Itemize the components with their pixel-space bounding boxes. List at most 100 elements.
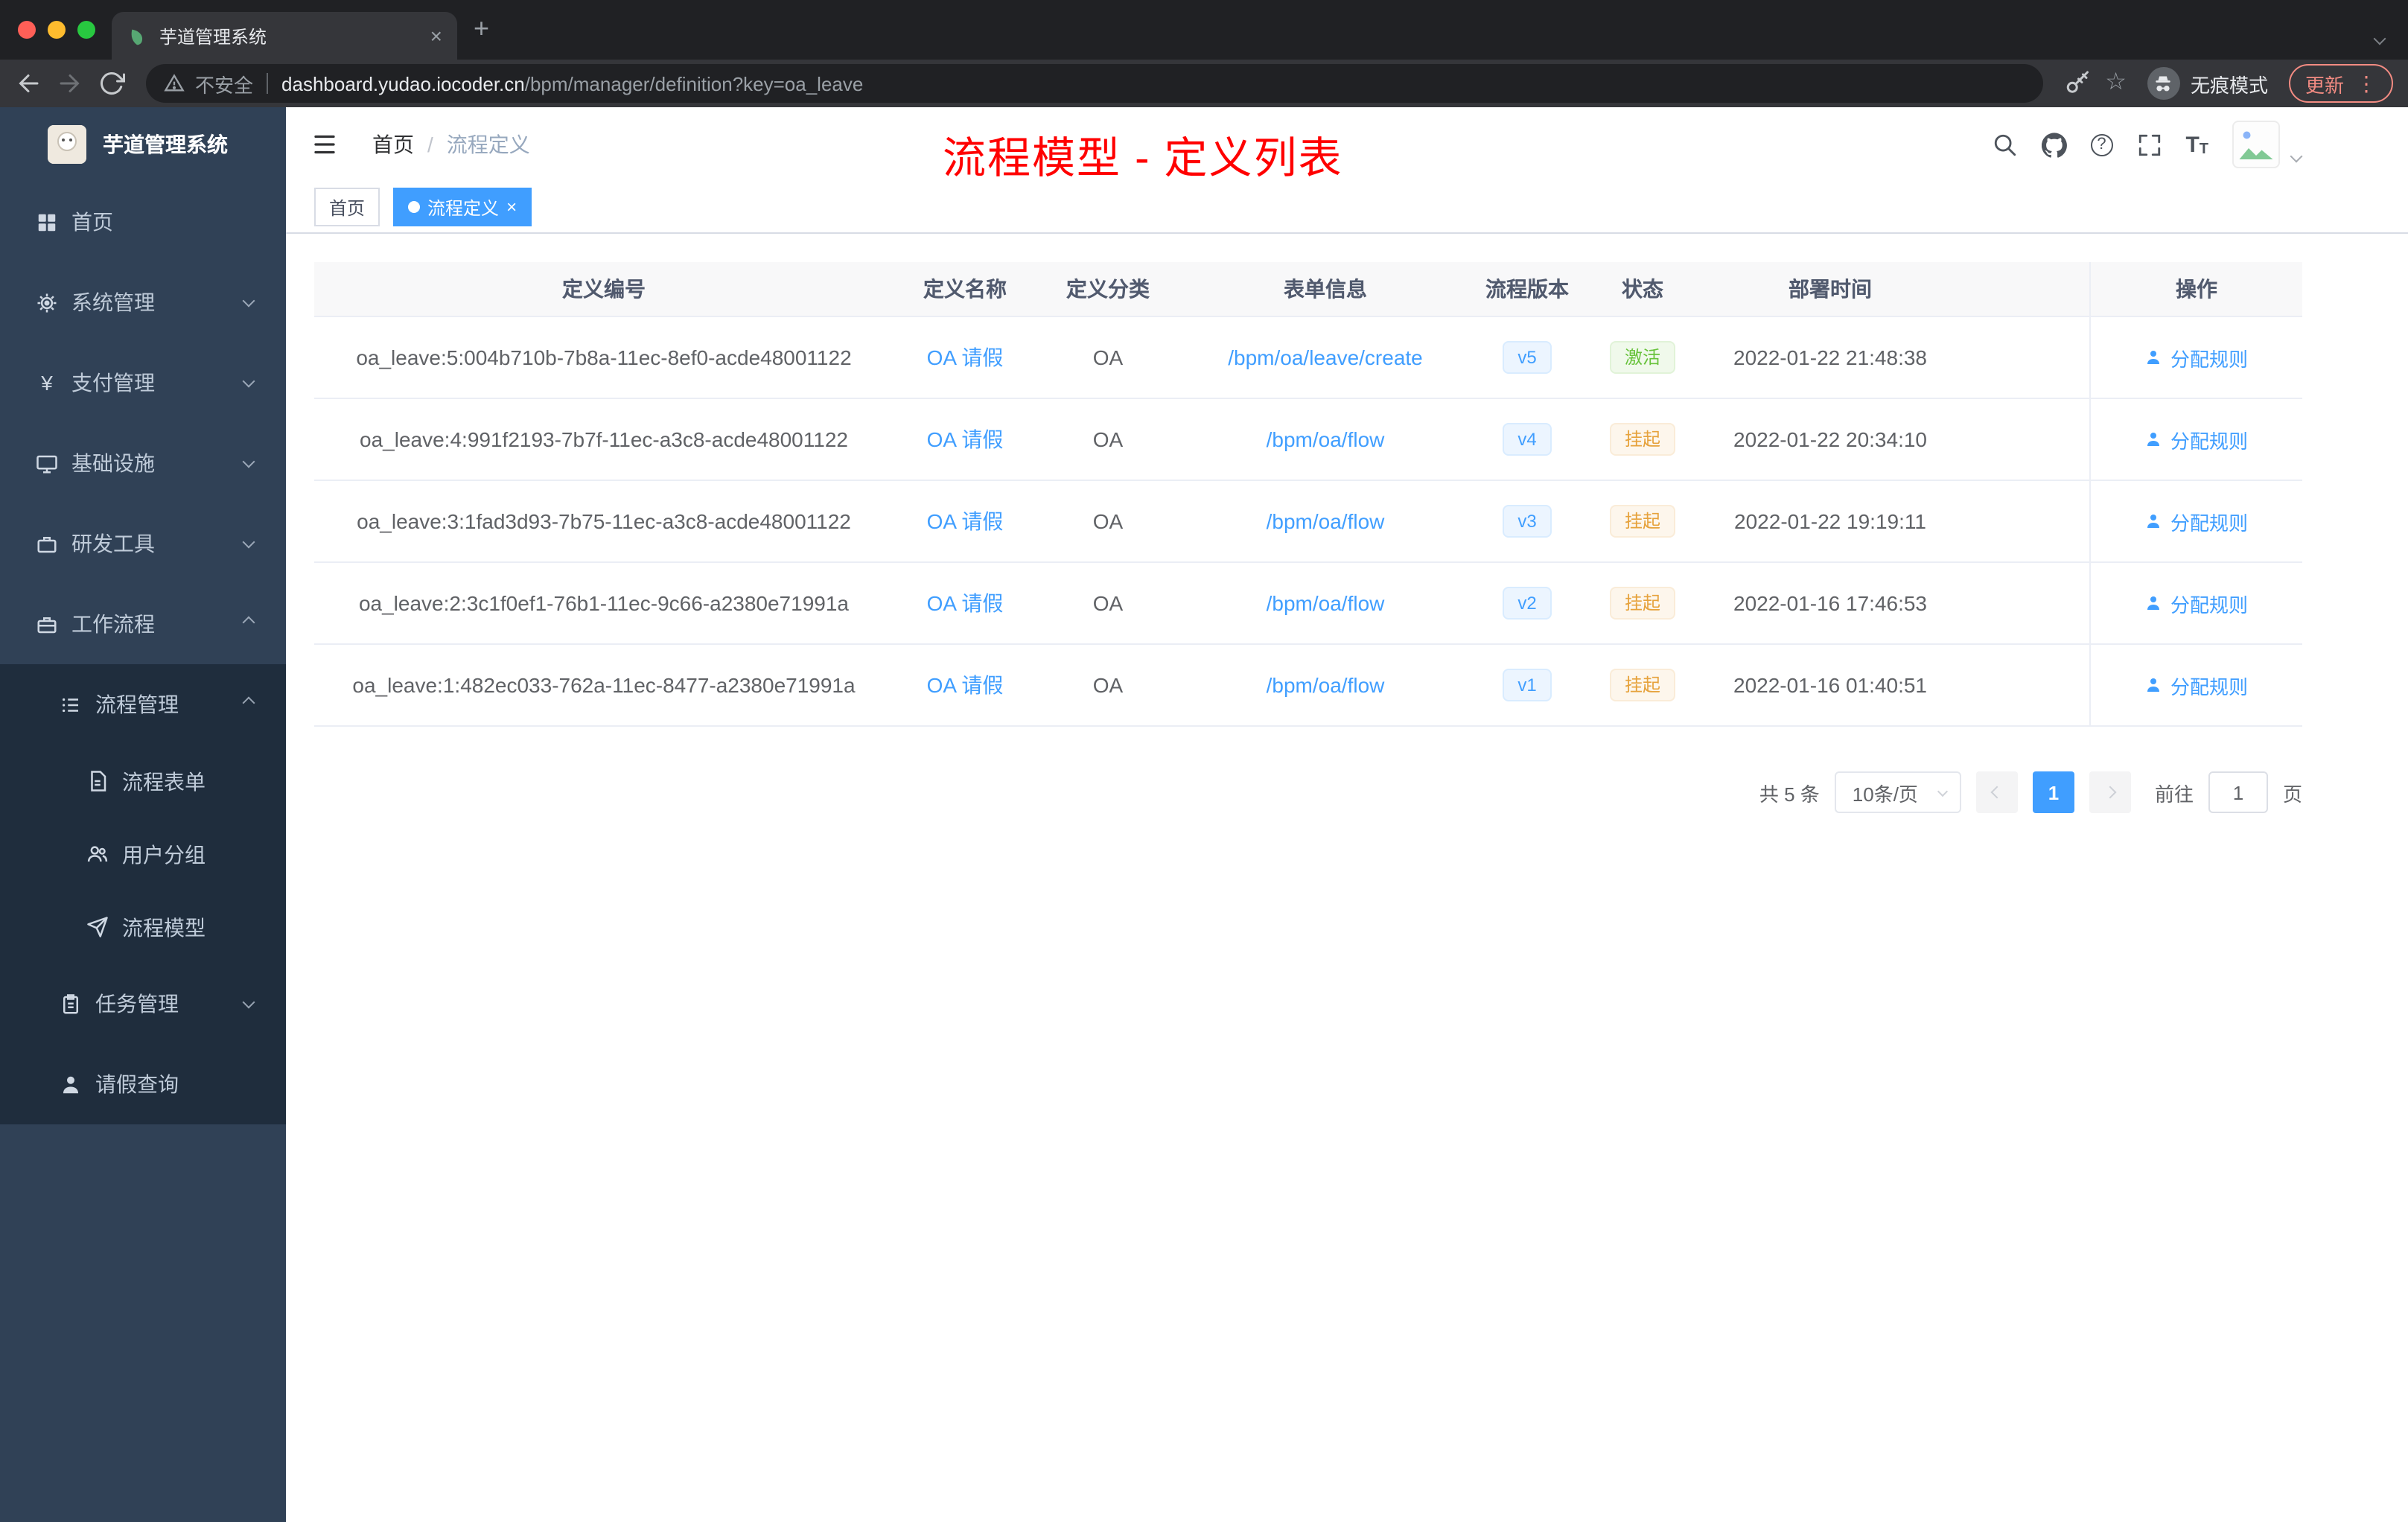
cell-category: OA xyxy=(1092,673,1124,697)
github-icon[interactable] xyxy=(2041,132,2067,157)
col-header-category: 定义分类 xyxy=(1066,277,1150,301)
col-header-status: 状态 xyxy=(1622,277,1663,301)
user-avatar[interactable] xyxy=(2232,121,2280,168)
search-icon[interactable] xyxy=(1992,132,2017,157)
tab-close-icon[interactable]: × xyxy=(430,24,442,48)
sidebar-item-infra[interactable]: 基础设施 xyxy=(0,423,286,503)
window-zoom-button[interactable] xyxy=(77,21,95,39)
next-page-button[interactable] xyxy=(2089,771,2131,813)
sidebar-item-user-group[interactable]: 用户分组 xyxy=(0,818,286,891)
version-tag: v2 xyxy=(1503,587,1552,620)
window-minimize-button[interactable] xyxy=(48,21,66,39)
back-icon[interactable] xyxy=(15,70,42,97)
cell-deploy-time: 2022-01-16 01:40:51 xyxy=(1733,673,1927,697)
help-icon[interactable]: ? xyxy=(2090,133,2113,156)
cell-definition-id: oa_leave:2:3c1f0ef1-76b1-11ec-9c66-a2380… xyxy=(358,591,849,615)
form-link[interactable]: /bpm/oa/flow xyxy=(1267,673,1385,697)
definition-name-link[interactable]: OA 请假 xyxy=(927,509,1004,533)
sidebar-item-process-form[interactable]: 流程表单 xyxy=(0,745,286,818)
form-link[interactable]: /bpm/oa/flow xyxy=(1267,427,1385,451)
assign-rule-button[interactable]: 分配规则 xyxy=(2145,425,2248,453)
chevron-down-icon xyxy=(242,455,255,468)
address-bar[interactable]: 不安全 dashboard.yudao.iocoder.cn/bpm/manag… xyxy=(146,64,2043,103)
form-link[interactable]: /bpm/oa/flow xyxy=(1267,591,1385,615)
user-icon xyxy=(2147,596,2160,610)
form-link[interactable]: /bpm/oa/flow xyxy=(1267,509,1385,533)
sidebar-item-process-mgmt[interactable]: 流程管理 xyxy=(0,664,286,745)
bookmark-star-icon[interactable]: ☆ xyxy=(2105,71,2127,95)
url-text[interactable]: dashboard.yudao.iocoder.cn/bpm/manager/d… xyxy=(281,72,863,95)
page-1-button[interactable]: 1 xyxy=(2032,771,2074,813)
incognito-label: 无痕模式 xyxy=(2190,74,2268,96)
infra-monitor-icon xyxy=(36,454,57,473)
tag-label: 流程定义 xyxy=(427,197,500,218)
cell-deploy-time: 2022-01-22 20:34:10 xyxy=(1733,427,1927,451)
yen-icon: ¥ xyxy=(41,371,53,395)
tag-home[interactable]: 首页 xyxy=(314,188,380,226)
sidebar-item-payment[interactable]: ¥ 支付管理 xyxy=(0,343,286,423)
fullscreen-icon[interactable] xyxy=(2136,132,2162,157)
table-row: oa_leave:4:991f2193-7b7f-11ec-a3c8-acde4… xyxy=(314,399,2302,481)
avatar-caret-icon[interactable] xyxy=(2290,141,2303,168)
definition-name-link[interactable]: OA 请假 xyxy=(927,346,1004,369)
window-close-button[interactable] xyxy=(18,21,36,39)
app-logo-row[interactable]: 芋道管理系统 xyxy=(0,107,286,182)
definition-name-link[interactable]: OA 请假 xyxy=(927,673,1004,697)
password-key-icon[interactable] xyxy=(2063,70,2090,97)
sidebar-item-home[interactable]: 首页 xyxy=(0,182,286,262)
tag-close-icon[interactable]: × xyxy=(506,197,517,217)
browser-menu-dots-icon[interactable]: ⋮ xyxy=(2356,71,2377,96)
goto-page-input[interactable] xyxy=(2208,771,2268,813)
table-row: oa_leave:2:3c1f0ef1-76b1-11ec-9c66-a2380… xyxy=(314,563,2302,645)
user-icon xyxy=(2147,433,2160,446)
col-header-version: 流程版本 xyxy=(1485,277,1569,301)
assign-rule-button[interactable]: 分配规则 xyxy=(2145,589,2248,617)
font-size-icon[interactable]: TT xyxy=(2185,132,2208,157)
tab-search-chevron-icon[interactable] xyxy=(2373,24,2386,51)
reload-icon[interactable] xyxy=(98,70,125,97)
col-header-name: 定义名称 xyxy=(923,277,1007,301)
form-document-icon xyxy=(91,771,106,792)
sidebar-item-label: 流程管理 xyxy=(95,692,179,716)
security-label[interactable]: 不安全 xyxy=(195,69,253,98)
breadcrumb-home[interactable]: 首页 xyxy=(372,130,414,159)
users-icon xyxy=(87,846,108,862)
sidebar-item-task-mgmt[interactable]: 任务管理 xyxy=(0,964,286,1044)
browser-tab-strip: 芋道管理系统 × + xyxy=(0,0,2408,60)
assign-rule-button[interactable]: 分配规则 xyxy=(2145,507,2248,535)
browser-tab[interactable]: 芋道管理系统 × xyxy=(112,12,457,60)
cell-deploy-time: 2022-01-22 21:48:38 xyxy=(1733,346,1927,369)
sidebar-item-label: 系统管理 xyxy=(71,290,155,314)
assign-rule-button[interactable]: 分配规则 xyxy=(2145,671,2248,699)
sidebar-item-system[interactable]: 系统管理 xyxy=(0,262,286,343)
sidebar-item-workflow[interactable]: 工作流程 xyxy=(0,584,286,664)
browser-update-button[interactable]: 更新 ⋮ xyxy=(2288,64,2393,103)
status-badge: 挂起 xyxy=(1609,587,1675,620)
list-icon xyxy=(63,697,78,712)
new-tab-button[interactable]: + xyxy=(474,13,489,45)
user-icon xyxy=(63,1075,78,1093)
sidebar-item-devtools[interactable]: 研发工具 xyxy=(0,503,286,584)
sidebar-item-process-model[interactable]: 流程模型 xyxy=(0,891,286,964)
user-icon xyxy=(2147,678,2160,692)
page-size-select[interactable]: 10条/页 xyxy=(1834,771,1961,813)
gear-icon xyxy=(37,293,57,312)
workflow-icon xyxy=(37,617,57,633)
incognito-profile-chip[interactable]: 无痕模式 xyxy=(2147,67,2268,100)
assign-rule-button[interactable]: 分配规则 xyxy=(2145,343,2248,372)
forward-icon[interactable] xyxy=(57,70,83,97)
definition-name-link[interactable]: OA 请假 xyxy=(927,427,1004,451)
sidebar-menu: 首页 系统管理 ¥ 支付管理 基础设施 研发工具 工作流程 流程管理 流程表单 … xyxy=(0,182,286,1124)
tag-process-definition[interactable]: 流程定义 × xyxy=(393,188,532,226)
tags-view-bar: 首页 流程定义 × xyxy=(286,182,2408,234)
avatar-image-placeholder-icon xyxy=(2239,131,2273,159)
sidebar-item-leave-query[interactable]: 请假查询 xyxy=(0,1044,286,1124)
sidebar-toggle-icon[interactable] xyxy=(311,131,338,158)
prev-page-button[interactable] xyxy=(1975,771,2018,813)
form-link[interactable]: /bpm/oa/leave/create xyxy=(1228,346,1423,369)
page-size-value: 10条/页 xyxy=(1852,783,1918,805)
definition-name-link[interactable]: OA 请假 xyxy=(927,591,1004,615)
chevron-down-icon xyxy=(242,294,255,308)
col-header-id: 定义编号 xyxy=(562,277,646,301)
navbar-actions: ? TT xyxy=(1992,107,2303,182)
